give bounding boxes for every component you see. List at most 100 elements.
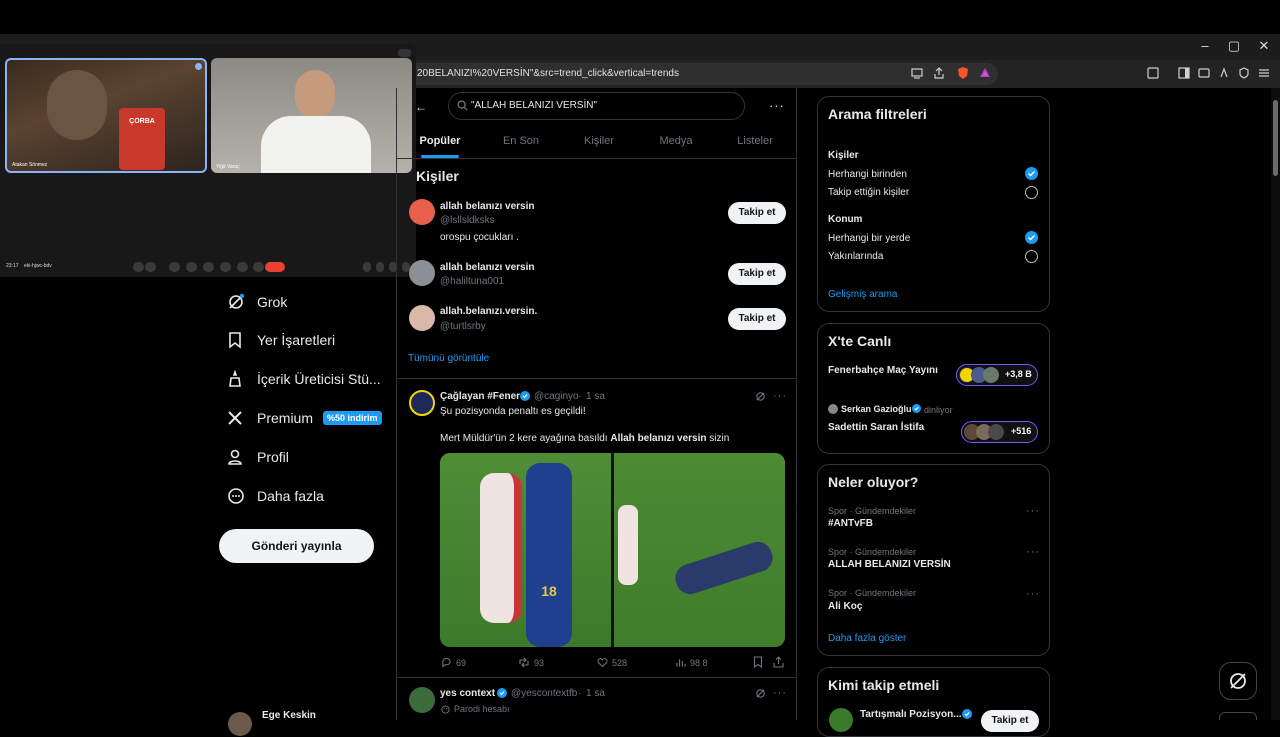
nav-item-creator-studio[interactable]: İçerik Üreticisi Stü...: [219, 360, 399, 398]
tweet-avatar[interactable]: [409, 390, 435, 416]
sidebar-toggle-icon[interactable]: [1177, 66, 1193, 82]
tweet-author-handle[interactable]: @caginyo: [534, 391, 579, 402]
radio-checked-icon[interactable]: [1025, 231, 1038, 244]
tweet-author-name[interactable]: Çağlayan #Fener: [440, 391, 520, 402]
grok-floating-button[interactable]: [1219, 662, 1257, 700]
user-avatar[interactable]: [409, 199, 435, 225]
user-name[interactable]: allah belanızı versin: [440, 201, 534, 212]
tweet-more-icon[interactable]: ···: [773, 390, 787, 402]
live-item-title[interactable]: Fenerbahçe Maç Yayını: [828, 365, 938, 376]
live-listeners-pill[interactable]: +3,8 B: [956, 364, 1038, 386]
user-name[interactable]: allah.belanızı.versin.: [440, 306, 537, 317]
tab-search-icon[interactable]: [1146, 66, 1162, 82]
nav-item-profile[interactable]: Profil: [219, 438, 399, 476]
tab-popular[interactable]: Popüler: [418, 135, 462, 157]
tab-latest[interactable]: En Son: [499, 135, 543, 157]
camera-button[interactable]: [169, 262, 180, 272]
trend-title[interactable]: Ali Koç: [828, 601, 862, 612]
like-action[interactable]: 528: [597, 657, 627, 668]
grok-explain-icon[interactable]: [755, 391, 766, 402]
close-window-button[interactable]: ✕: [1254, 38, 1274, 54]
tweet-more-icon[interactable]: ···: [773, 687, 787, 699]
views-action[interactable]: 98 8: [675, 657, 708, 668]
tweet-media[interactable]: 18: [440, 453, 785, 647]
post-button[interactable]: Gönderi yayınla: [219, 529, 374, 563]
see-all-people-link[interactable]: Tümünü görüntüle: [408, 353, 489, 364]
filter-option-label[interactable]: Takip ettiğin kişiler: [828, 187, 909, 198]
user-handle[interactable]: @turtlsrby: [440, 321, 486, 332]
tweet-author-name[interactable]: yes context: [440, 688, 495, 699]
live-item-title[interactable]: Sadettin Saran İstifa: [828, 422, 924, 433]
tweet-avatar[interactable]: [409, 687, 435, 713]
follow-button[interactable]: Takip et: [981, 710, 1039, 732]
mic-button[interactable]: [145, 262, 156, 272]
call-more-icon[interactable]: [398, 49, 411, 57]
account-avatar[interactable]: [228, 712, 252, 736]
user-avatar[interactable]: [409, 305, 435, 331]
live-listeners-pill[interactable]: +516: [961, 421, 1038, 443]
page-scrollbar[interactable]: [1271, 88, 1280, 720]
filter-option-label[interactable]: Yakınlarında: [828, 251, 883, 262]
video-tile-1[interactable]: ÇORBA Atakan Sönmez: [5, 58, 207, 173]
call-info-button[interactable]: [363, 262, 371, 272]
raise-hand-button[interactable]: [237, 262, 248, 272]
nav-item-bookmarks[interactable]: Yer İşaretleri: [219, 321, 399, 359]
cast-icon[interactable]: [910, 66, 926, 82]
leo-ai-icon[interactable]: [1217, 66, 1233, 82]
reply-action[interactable]: 69: [441, 657, 466, 668]
advanced-search-link[interactable]: Gelişmiş arama: [828, 289, 897, 300]
filter-option-label[interactable]: Herhangi birinden: [828, 169, 907, 180]
end-call-button[interactable]: [265, 262, 285, 272]
participants-button[interactable]: [376, 262, 384, 272]
back-arrow-icon[interactable]: ←: [415, 100, 427, 114]
suggested-user-name[interactable]: Tartışmalı Pozisyon...: [860, 709, 962, 720]
user-name[interactable]: allah belanızı versin: [440, 262, 534, 273]
captions-button[interactable]: [186, 262, 197, 272]
trend-title[interactable]: ALLAH BELANIZI VERSİN: [828, 559, 951, 570]
show-more-trends-link[interactable]: Daha fazla göster: [828, 633, 906, 644]
share-icon[interactable]: [932, 66, 948, 82]
scrollbar-thumb[interactable]: [1273, 100, 1278, 176]
account-name[interactable]: Ege Keskin: [262, 710, 316, 721]
suggested-user-avatar[interactable]: [829, 708, 853, 732]
radio-unchecked-icon[interactable]: [1025, 186, 1038, 199]
call-settings-button[interactable]: [133, 262, 144, 272]
nav-item-grok[interactable]: Grok: [219, 283, 399, 321]
vpn-shield-icon[interactable]: [1237, 66, 1253, 82]
host-avatar[interactable]: [828, 404, 838, 414]
grok-explain-icon[interactable]: [755, 688, 766, 699]
bookmark-tweet-icon[interactable]: [753, 656, 763, 668]
nav-item-more[interactable]: Daha fazla: [219, 477, 399, 515]
trend-more-icon[interactable]: ···: [1026, 546, 1040, 558]
call-more-button[interactable]: [253, 262, 264, 272]
retweet-action[interactable]: 93: [518, 657, 544, 668]
video-tile-2[interactable]: Yiğit Varuç: [211, 58, 412, 173]
tweet-time[interactable]: 1 sa: [586, 688, 605, 699]
filter-option-label[interactable]: Herhangi bir yerde: [828, 233, 910, 244]
menu-icon[interactable]: [1257, 66, 1273, 82]
user-avatar[interactable]: [409, 260, 435, 286]
nav-item-premium[interactable]: Premium %50 indirim: [219, 399, 399, 437]
follow-button[interactable]: Takip et: [728, 308, 786, 330]
trend-title[interactable]: #ANTvFB: [828, 518, 873, 529]
radio-unchecked-icon[interactable]: [1025, 250, 1038, 263]
tab-people[interactable]: Kişiler: [577, 135, 621, 157]
maximize-button[interactable]: ▢: [1224, 38, 1244, 54]
trend-more-icon[interactable]: ···: [1026, 588, 1040, 600]
brave-shield-icon[interactable]: [956, 66, 972, 82]
host-name[interactable]: Serkan Gazioğlu: [841, 404, 912, 414]
tab-lists[interactable]: Listeler: [733, 135, 777, 157]
trend-more-icon[interactable]: ···: [1026, 505, 1040, 517]
present-button[interactable]: [220, 262, 231, 272]
tweet-time[interactable]: 1 sa: [586, 391, 605, 402]
user-handle[interactable]: @lsllsldksks: [440, 215, 495, 226]
share-tweet-icon[interactable]: [773, 656, 784, 668]
tab-media[interactable]: Medya: [654, 135, 698, 157]
tweet-author-handle[interactable]: @yescontextfb: [511, 688, 577, 699]
rewards-icon[interactable]: [978, 66, 994, 82]
follow-button[interactable]: Takip et: [728, 202, 786, 224]
wallet-icon[interactable]: [1197, 66, 1213, 82]
search-input[interactable]: "ALLAH BELANIZI VERSİN": [448, 92, 745, 120]
minimize-button[interactable]: –: [1195, 38, 1215, 54]
emoji-button[interactable]: [203, 262, 214, 272]
